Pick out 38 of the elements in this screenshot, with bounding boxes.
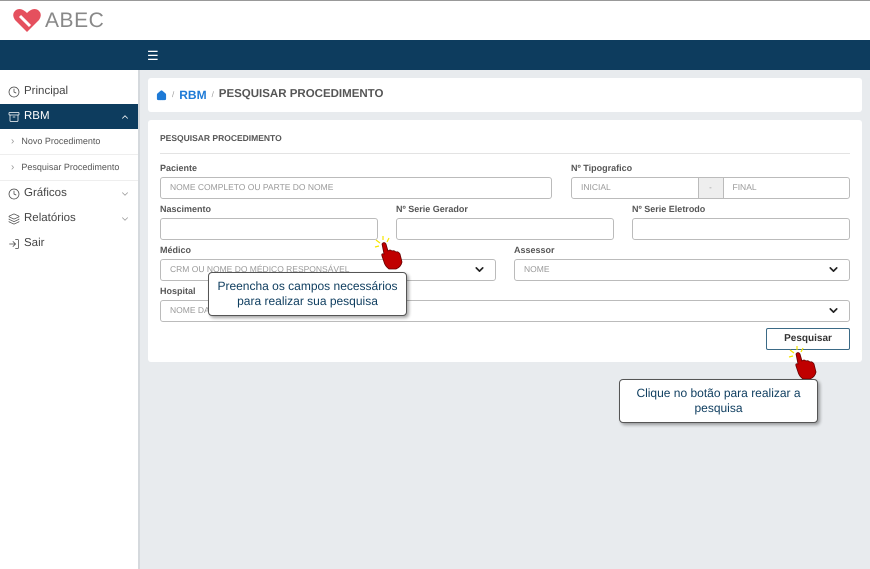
- pointing-hand-icon: [374, 236, 404, 270]
- input-field[interactable]: [160, 218, 378, 240]
- input-field[interactable]: [396, 218, 614, 240]
- field-label: Nascimento: [160, 204, 212, 215]
- field-label: Nº Tipografico: [571, 162, 632, 174]
- sidebar-item[interactable]: RBM: [0, 104, 138, 129]
- clock-icon: [8, 86, 20, 98]
- field-label: Nº Serie Eletrodo: [632, 204, 706, 215]
- search-button[interactable]: Pesquisar: [766, 328, 850, 350]
- breadcrumb-link[interactable]: RBM: [179, 86, 207, 104]
- tooltip-callout: Preencha os campos necessários para realizar sua pesquisa: [208, 272, 407, 316]
- home-icon[interactable]: [156, 90, 167, 100]
- sidebar-item[interactable]: Relatórios: [0, 206, 138, 231]
- breadcrumb-current: PESQUISAR PROCEDIMENTO: [218, 87, 384, 102]
- logo-text: ABEC: [45, 8, 104, 34]
- heart-logo-icon: [12, 8, 42, 34]
- range-separator: -: [698, 176, 722, 199]
- field-label: Assessor: [514, 244, 555, 256]
- tooltip-callout: Clique no botão para realizar a pesquisa: [619, 379, 818, 423]
- breadcrumb-separator: /: [172, 89, 174, 101]
- exit-icon: [8, 238, 20, 250]
- field-label: Hospital: [160, 286, 196, 297]
- sidebar-subitem[interactable]: › Novo Procedimento: [0, 129, 138, 155]
- pointing-hand-icon: [788, 346, 818, 380]
- menu-button[interactable]: ☰: [147, 48, 159, 62]
- layers-icon: [8, 212, 20, 224]
- field-label: Nº Serie Gerador: [396, 204, 468, 215]
- field-label: Paciente: [160, 162, 198, 174]
- sidebar-item[interactable]: Gráficos: [0, 181, 138, 206]
- clock-icon: [8, 188, 20, 200]
- form-title: PESQUISAR PROCEDIMENTO: [160, 132, 282, 145]
- sidebar-subitem[interactable]: › Pesquisar Procedimento: [0, 155, 138, 181]
- breadcrumb-separator: /: [212, 89, 214, 101]
- sidebar-item[interactable]: Principal: [0, 79, 138, 104]
- sidebar-item[interactable]: Sair: [0, 231, 138, 256]
- field-label: Médico: [160, 244, 192, 256]
- archive-icon: [8, 110, 20, 122]
- input-field[interactable]: [632, 218, 850, 240]
